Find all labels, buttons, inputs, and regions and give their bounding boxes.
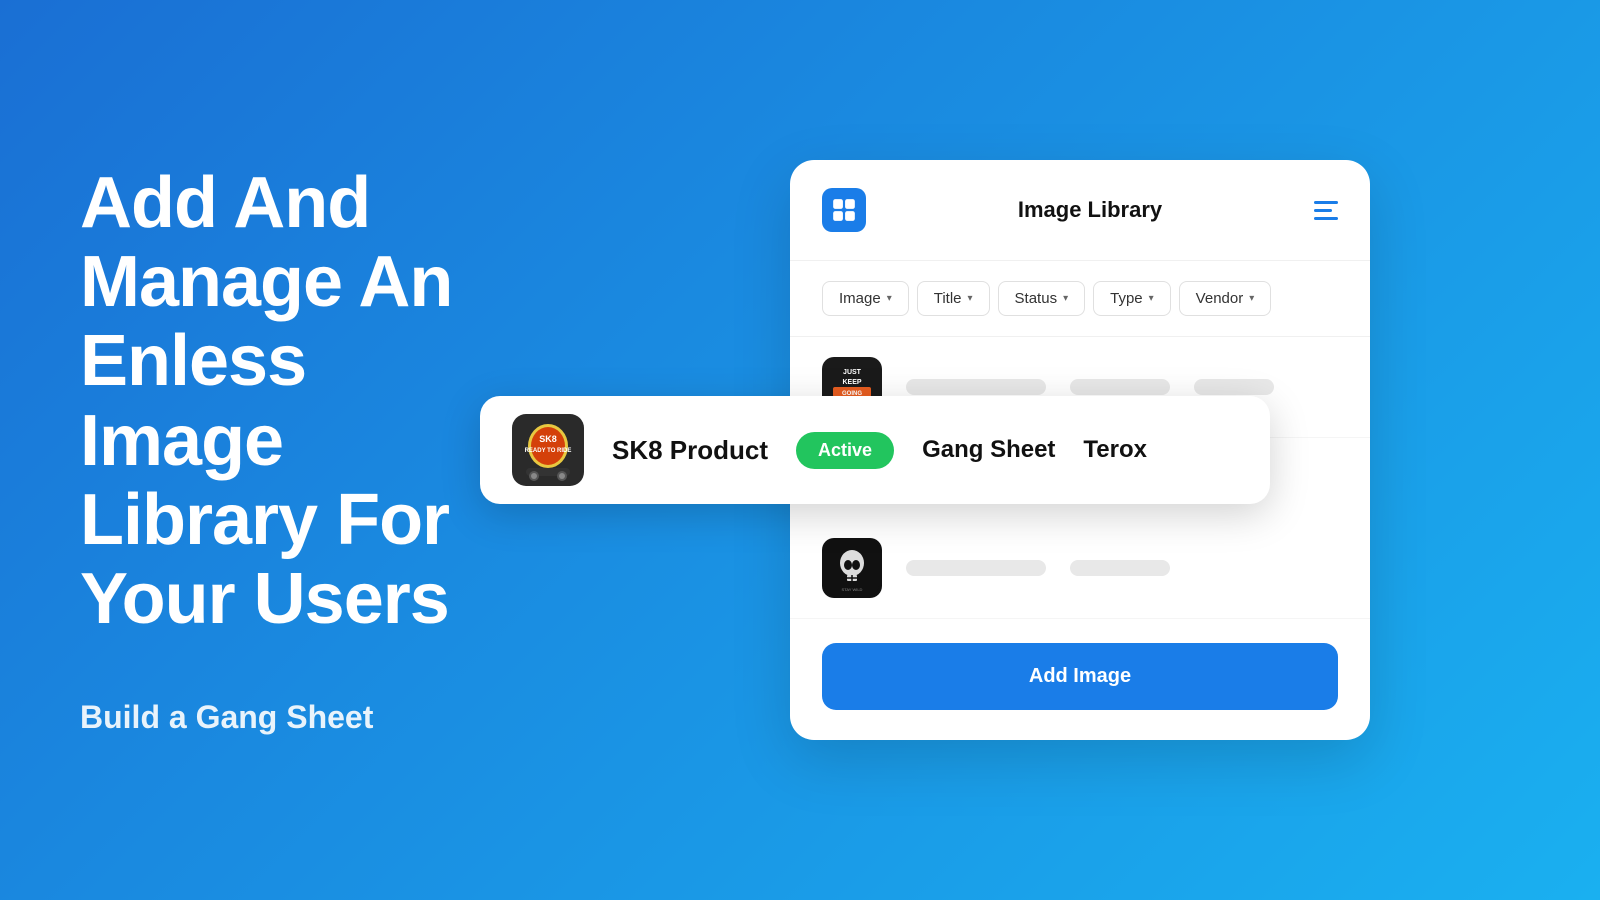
hamburger-menu-button[interactable] <box>1314 201 1338 220</box>
highlighted-row[interactable]: SK8 READY TO RIDE SK8 Product Active Gan… <box>480 396 1270 504</box>
filter-title-label: Title <box>934 290 962 307</box>
hamburger-line-3 <box>1314 217 1338 220</box>
filter-type-button[interactable]: Type ▾ <box>1093 281 1171 316</box>
sk8-image-thumb: SK8 READY TO RIDE <box>512 414 584 486</box>
chevron-down-icon: ▾ <box>1063 293 1068 304</box>
skeleton-title-3 <box>906 560 1046 576</box>
skeleton-status-3 <box>1070 560 1170 576</box>
vendor-label: Terox <box>1083 436 1147 464</box>
table-row-3[interactable]: STAY WILD <box>790 518 1370 619</box>
svg-text:JUST: JUST <box>843 369 862 376</box>
svg-text:KEEP: KEEP <box>842 379 861 386</box>
subtitle: Build a Gang Sheet <box>80 699 500 736</box>
hamburger-line-1 <box>1314 201 1338 204</box>
skeleton-title-1 <box>906 379 1046 395</box>
panel-title: Image Library <box>1018 197 1162 223</box>
chevron-down-icon: ▾ <box>887 293 892 304</box>
filter-vendor-button[interactable]: Vendor ▾ <box>1179 281 1272 316</box>
filter-title-button[interactable]: Title ▾ <box>917 281 990 316</box>
product-name: SK8 Product <box>612 435 768 466</box>
logo-icon <box>831 197 857 223</box>
app-logo <box>822 188 866 232</box>
filter-image-button[interactable]: Image ▾ <box>822 281 909 316</box>
svg-text:READY TO RIDE: READY TO RIDE <box>525 448 572 454</box>
add-image-button[interactable]: Add Image <box>822 643 1338 710</box>
type-label: Gang Sheet <box>922 436 1055 464</box>
filter-bar: Image ▾ Title ▾ Status ▾ Type ▾ Vendor ▾ <box>790 261 1370 337</box>
swd-image: STAY WILD <box>825 541 879 595</box>
filter-type-label: Type <box>1110 290 1143 307</box>
image-thumb-3: STAY WILD <box>822 538 882 598</box>
chevron-down-icon: ▾ <box>968 293 973 304</box>
panel-header: Image Library <box>790 160 1370 261</box>
filter-status-label: Status <box>1015 290 1058 307</box>
left-section: Add And Manage An Enless Image Library F… <box>0 104 560 796</box>
filter-vendor-label: Vendor <box>1196 290 1244 307</box>
hero-title: Add And Manage An Enless Image Library F… <box>80 164 500 639</box>
skeleton-status-1 <box>1070 379 1170 395</box>
svg-text:STAY WILD: STAY WILD <box>842 587 863 592</box>
hamburger-line-2 <box>1314 209 1332 212</box>
skeleton-type-1 <box>1194 379 1274 395</box>
sk8-logo-image: SK8 READY TO RIDE <box>514 416 582 484</box>
filter-image-label: Image <box>839 290 881 307</box>
right-section: Image Library Image ▾ Title ▾ Status ▾ <box>560 160 1600 740</box>
filter-status-button[interactable]: Status ▾ <box>998 281 1086 316</box>
chevron-down-icon: ▾ <box>1249 293 1254 304</box>
status-badge: Active <box>796 432 894 469</box>
svg-text:SK8: SK8 <box>539 434 557 444</box>
chevron-down-icon: ▾ <box>1149 293 1154 304</box>
